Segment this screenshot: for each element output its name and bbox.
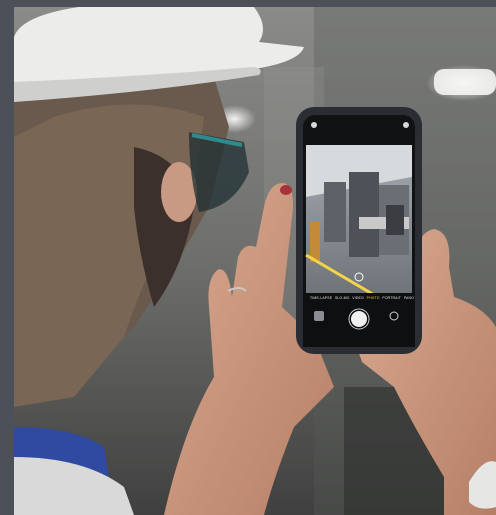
fingernail [280, 185, 292, 195]
mode-photo: PHOTO [366, 296, 380, 300]
shutter-button [351, 311, 367, 327]
mode-video: VIDEO [352, 296, 364, 300]
image-frame: TIME-LAPSE SLO-MO VIDEO PHOTO PORTRAIT P… [0, 0, 496, 515]
photo-scene [14, 7, 496, 515]
camera-mode-strip: TIME-LAPSE SLO-MO VIDEO PHOTO PORTRAIT P… [310, 296, 414, 300]
smartphone [296, 107, 422, 354]
mode-slo-mo: SLO-MO [334, 296, 350, 300]
mode-pano: PANO [403, 296, 414, 300]
mode-time-lapse: TIME-LAPSE [310, 296, 333, 300]
gallery-thumbnail [314, 311, 324, 321]
mode-portrait: PORTRAIT [382, 296, 402, 300]
photo: TIME-LAPSE SLO-MO VIDEO PHOTO PORTRAIT P… [14, 7, 496, 515]
phone-screen [303, 122, 415, 347]
